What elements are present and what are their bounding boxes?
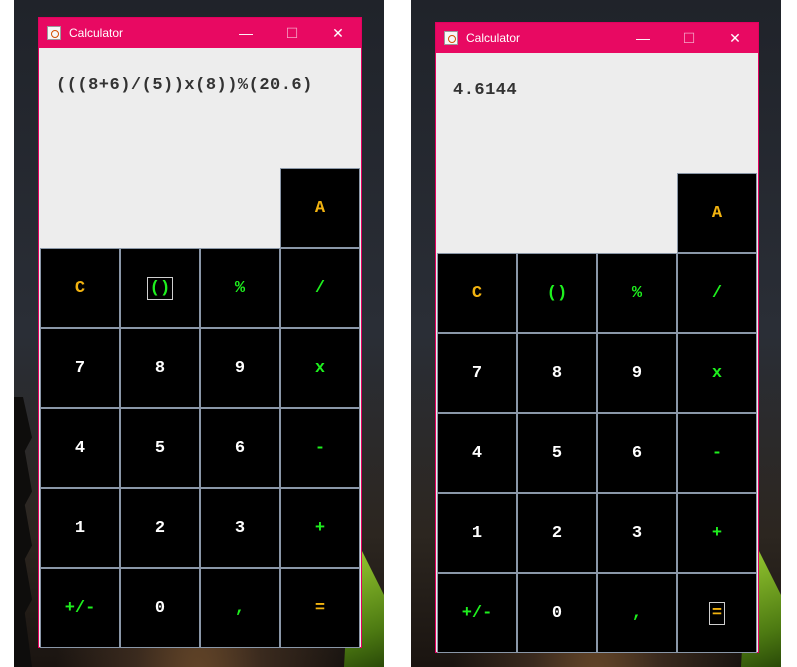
key-minus[interactable]: - (280, 408, 360, 488)
key-percent[interactable]: % (200, 248, 280, 328)
key-8[interactable]: 8 (517, 333, 597, 413)
key-9[interactable]: 9 (597, 333, 677, 413)
key-minus[interactable]: - (677, 413, 757, 493)
key-divide[interactable]: / (280, 248, 360, 328)
key-6[interactable]: 6 (200, 408, 280, 488)
key-equals-label: = (708, 601, 726, 625)
keypad-spacer (597, 173, 677, 253)
close-icon[interactable]: ✕ (712, 23, 758, 53)
key-3[interactable]: 3 (200, 488, 280, 568)
window-title: Calculator (466, 31, 521, 45)
keypad-spacer (200, 168, 280, 248)
display-area: 4.6144 (437, 53, 757, 173)
java-cup-icon (444, 31, 458, 45)
keypad: A C () % / 7 8 9 x 4 5 6 - 1 2 3 + +/- 0… (437, 173, 757, 653)
key-0[interactable]: 0 (120, 568, 200, 648)
key-negate[interactable]: +/- (40, 568, 120, 648)
display-text: 4.6144 (453, 81, 518, 100)
key-parentheses-label: () (146, 276, 174, 300)
key-4[interactable]: 4 (40, 408, 120, 488)
key-divide[interactable]: / (677, 253, 757, 333)
key-parentheses[interactable]: () (517, 253, 597, 333)
key-6[interactable]: 6 (597, 413, 677, 493)
key-3[interactable]: 3 (597, 493, 677, 573)
key-5[interactable]: 5 (120, 408, 200, 488)
display-area: (((8+6)/(5))x(8))%(20.6) (40, 48, 360, 168)
minimize-icon[interactable]: — (620, 23, 666, 53)
keypad-spacer (40, 168, 120, 248)
key-2[interactable]: 2 (517, 493, 597, 573)
display-text: (((8+6)/(5))x(8))%(20.6) (56, 76, 313, 95)
minimize-icon[interactable]: — (223, 18, 269, 48)
key-5[interactable]: 5 (517, 413, 597, 493)
key-comma[interactable]: , (597, 573, 677, 653)
key-7[interactable]: 7 (40, 328, 120, 408)
key-multiply[interactable]: x (677, 333, 757, 413)
calculator-window-right: Calculator — ☐ ✕ 4.6144 A C () % / 7 8 9… (435, 22, 759, 653)
keypad-spacer (437, 173, 517, 253)
keypad-spacer (120, 168, 200, 248)
keypad-spacer (517, 173, 597, 253)
key-0[interactable]: 0 (517, 573, 597, 653)
key-equals[interactable]: = (280, 568, 360, 648)
key-8[interactable]: 8 (120, 328, 200, 408)
key-a[interactable]: A (280, 168, 360, 248)
key-parentheses[interactable]: () (120, 248, 200, 328)
key-plus[interactable]: + (280, 488, 360, 568)
key-1[interactable]: 1 (40, 488, 120, 568)
title-bar[interactable]: Calculator — ☐ ✕ (436, 23, 758, 53)
key-plus[interactable]: + (677, 493, 757, 573)
calculator-window-left: Calculator — ☐ ✕ (((8+6)/(5))x(8))%(20.6… (38, 17, 362, 648)
close-icon[interactable]: ✕ (315, 18, 361, 48)
key-2[interactable]: 2 (120, 488, 200, 568)
key-equals[interactable]: = (677, 573, 757, 653)
maximize-icon: ☐ (285, 24, 299, 41)
keypad: A C () % / 7 8 9 x 4 5 6 - 1 2 3 + +/- 0… (40, 168, 360, 648)
key-1[interactable]: 1 (437, 493, 517, 573)
java-cup-icon (47, 26, 61, 40)
key-multiply[interactable]: x (280, 328, 360, 408)
key-9[interactable]: 9 (200, 328, 280, 408)
key-7[interactable]: 7 (437, 333, 517, 413)
window-title: Calculator (69, 26, 124, 40)
key-negate[interactable]: +/- (437, 573, 517, 653)
key-a[interactable]: A (677, 173, 757, 253)
key-comma[interactable]: , (200, 568, 280, 648)
key-clear[interactable]: C (40, 248, 120, 328)
key-percent[interactable]: % (597, 253, 677, 333)
key-clear[interactable]: C (437, 253, 517, 333)
title-bar[interactable]: Calculator — ☐ ✕ (39, 18, 361, 48)
key-4[interactable]: 4 (437, 413, 517, 493)
maximize-icon: ☐ (682, 29, 696, 46)
tree-silhouette (14, 397, 32, 667)
